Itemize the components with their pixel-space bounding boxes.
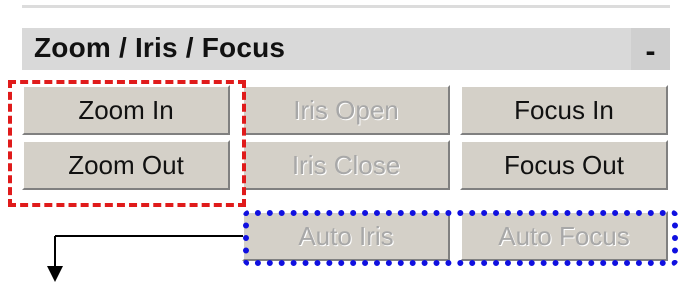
zoom-in-button[interactable]: Zoom In — [22, 85, 230, 135]
panel-title: Zoom / Iris / Focus — [34, 32, 286, 63]
zoom-out-button[interactable]: Zoom Out — [22, 140, 230, 190]
focus-in-button[interactable]: Focus In — [460, 85, 668, 135]
focus-out-button[interactable]: Focus Out — [460, 140, 668, 190]
panel-header: Zoom / Iris / Focus - — [22, 28, 670, 70]
collapse-button[interactable]: - — [631, 28, 670, 70]
auto-iris-button[interactable]: Auto Iris — [242, 211, 450, 261]
empty-cell — [22, 193, 230, 243]
top-divider — [22, 5, 670, 8]
iris-open-button[interactable]: Iris Open — [242, 85, 450, 135]
iris-close-button[interactable]: Iris Close — [242, 140, 450, 190]
auto-focus-button[interactable]: Auto Focus — [460, 211, 668, 261]
